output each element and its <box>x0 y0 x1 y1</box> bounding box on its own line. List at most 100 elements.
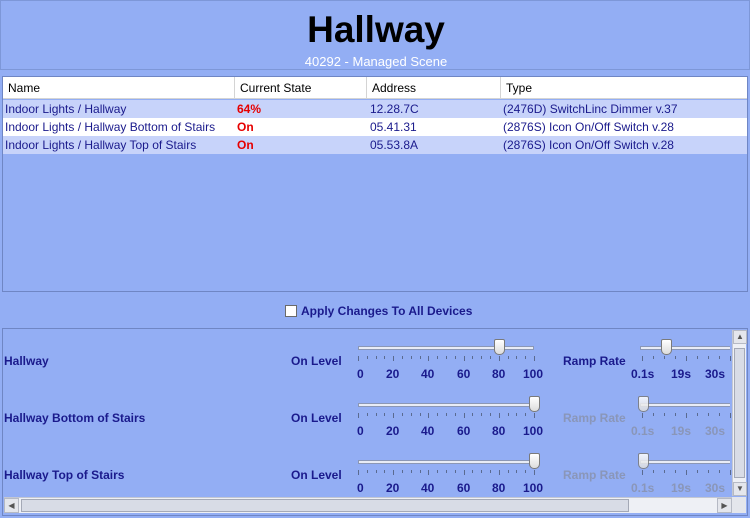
ramp-rate-tick <box>675 356 676 359</box>
table-row[interactable]: Indoor Lights / Hallway Bottom of Stairs… <box>3 118 747 136</box>
ramp-rate-slider-thumb[interactable] <box>661 339 672 355</box>
on-level-tick <box>402 356 403 359</box>
on-level-tick <box>420 356 421 359</box>
scroll-down-icon[interactable]: ▼ <box>733 482 747 496</box>
on-level-tick <box>472 413 473 416</box>
column-header-current-state[interactable]: Current State <box>235 77 367 99</box>
on-level-scale-label: 40 <box>421 424 435 438</box>
ramp-rate-slider-track <box>640 460 730 464</box>
on-level-slider-thumb[interactable] <box>529 396 540 412</box>
row-type: (2876S) Icon On/Off Switch v.28 <box>503 120 674 134</box>
ramp-rate-scale-label: 19s <box>671 481 692 495</box>
table-row[interactable]: Indoor Lights / Hallway 64% 12.28.7C (24… <box>3 100 747 118</box>
ramp-rate-scale-label: 19s <box>671 367 692 381</box>
row-state: 64% <box>237 102 262 116</box>
on-level-tick <box>508 356 509 359</box>
on-level-scale-label: 80 <box>492 481 506 495</box>
vertical-scrollbar[interactable]: ▲ ▼ <box>732 330 747 496</box>
on-level-scale-label: 60 <box>457 424 471 438</box>
ramp-rate-slider-track[interactable] <box>640 346 730 350</box>
column-header-type[interactable]: Type <box>501 77 747 99</box>
ramp-rate-tick <box>686 356 687 361</box>
on-level-tick <box>411 356 412 359</box>
on-level-scale-label: 100 <box>523 481 544 495</box>
on-level-tick <box>367 356 368 359</box>
on-level-label: On Level <box>291 468 342 482</box>
on-level-scale-label: 80 <box>492 367 506 381</box>
device-name: Hallway Top of Stairs <box>4 468 125 482</box>
on-level-tick <box>481 470 482 473</box>
on-level-tick <box>393 413 394 418</box>
on-level-slider-track[interactable] <box>358 403 534 407</box>
on-level-tick <box>384 413 385 416</box>
on-level-tick <box>490 470 491 473</box>
ramp-rate-tick <box>730 470 731 475</box>
apply-all-label[interactable]: Apply Changes To All Devices <box>301 304 472 318</box>
ramp-rate-tick <box>686 470 687 475</box>
on-level-tick <box>376 356 377 359</box>
ramp-rate-tick <box>653 413 654 416</box>
on-level-tick <box>402 413 403 416</box>
on-level-tick <box>446 413 447 416</box>
ramp-rate-slider-thumb <box>638 396 649 412</box>
row-type: (2476D) SwitchLinc Dimmer v.37 <box>503 102 678 116</box>
scroll-left-icon[interactable]: ◀ <box>4 498 19 513</box>
on-level-tick <box>464 470 465 475</box>
ramp-rate-tick <box>653 470 654 473</box>
on-level-slider-track[interactable] <box>358 346 534 350</box>
on-level-slider-track[interactable] <box>358 460 534 464</box>
table-row[interactable]: Indoor Lights / Hallway Top of Stairs On… <box>3 136 747 154</box>
on-level-slider-thumb[interactable] <box>529 453 540 469</box>
ramp-rate-slider-track <box>640 403 730 407</box>
ramp-rate-tick <box>708 413 709 416</box>
ramp-rate-scale-label: 30s <box>705 424 726 438</box>
row-state: On <box>237 138 254 152</box>
on-level-tick <box>534 413 535 418</box>
horizontal-scroll-thumb[interactable] <box>21 499 629 512</box>
ramp-rate-tick <box>697 356 698 359</box>
ramp-rate-tick <box>642 413 643 418</box>
on-level-tick <box>499 470 500 475</box>
vertical-scroll-thumb[interactable] <box>734 348 745 478</box>
ramp-rate-scale-label: 19s <box>671 424 692 438</box>
row-address: 05.53.8A <box>370 138 419 152</box>
on-level-tick <box>481 413 482 416</box>
on-level-tick <box>428 470 429 475</box>
ramp-rate-slider-thumb <box>638 453 649 469</box>
on-level-tick <box>525 356 526 359</box>
ramp-rate-scale-label: 0.1s <box>631 367 655 381</box>
ramp-rate-tick <box>719 356 720 359</box>
horizontal-scrollbar[interactable]: ◀ ▶ <box>4 497 732 513</box>
device-name: Hallway Bottom of Stairs <box>4 411 146 425</box>
on-level-scale-label: 60 <box>457 481 471 495</box>
on-level-tick <box>525 413 526 416</box>
column-header-address[interactable]: Address <box>367 77 501 99</box>
scroll-up-icon[interactable]: ▲ <box>733 330 747 344</box>
scroll-right-icon[interactable]: ▶ <box>717 498 732 513</box>
on-level-scale-label: 0 <box>357 424 364 438</box>
on-level-scale-label: 80 <box>492 424 506 438</box>
scene-subtitle: 40292 - Managed Scene <box>304 54 448 69</box>
on-level-tick <box>516 356 517 359</box>
on-level-tick <box>358 470 359 475</box>
on-level-tick <box>481 356 482 359</box>
column-header-name[interactable]: Name <box>3 77 235 99</box>
ramp-rate-tick <box>664 356 665 359</box>
on-level-tick <box>428 356 429 361</box>
ramp-rate-tick <box>708 470 709 473</box>
on-level-tick <box>411 470 412 473</box>
device-table: Name Current State Address Type Indoor L… <box>2 76 748 292</box>
on-level-tick <box>411 413 412 416</box>
on-level-tick <box>428 413 429 418</box>
on-level-tick <box>525 470 526 473</box>
on-level-tick <box>455 470 456 473</box>
on-level-tick <box>508 470 509 473</box>
ramp-rate-scale-label: 30s <box>705 367 726 381</box>
ramp-rate-tick <box>664 470 665 473</box>
apply-all-checkbox[interactable] <box>285 305 297 317</box>
on-level-slider-thumb[interactable] <box>494 339 505 355</box>
on-level-tick <box>358 356 359 361</box>
on-level-scale-label: 0 <box>357 481 364 495</box>
ramp-rate-tick <box>675 470 676 473</box>
on-level-scale-label: 100 <box>523 367 544 381</box>
